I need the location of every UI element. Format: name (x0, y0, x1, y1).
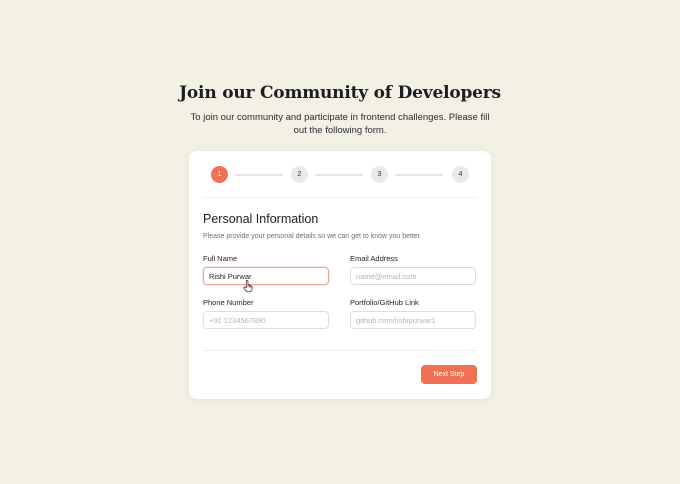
hand-pointer-icon (243, 279, 253, 293)
portfolio-label: Portfolio/GitHub Link (350, 298, 419, 307)
form-card: 1 2 3 4 Personal Information Please prov… (189, 151, 491, 399)
top-divider (203, 197, 477, 198)
section-description: Please provide your personal details so … (203, 233, 422, 240)
phone-input[interactable] (203, 311, 329, 329)
step-4[interactable]: 4 (452, 166, 469, 183)
page-header: Join our Community of Developers To join… (0, 83, 680, 137)
step-2[interactable]: 2 (291, 166, 308, 183)
full-name-input[interactable] (203, 267, 329, 285)
full-name-label: Full Name (203, 254, 238, 263)
stepper: 1 2 3 4 (211, 166, 469, 183)
next-step-button[interactable]: Next Step (421, 365, 477, 384)
email-input[interactable] (350, 267, 476, 285)
bottom-divider (203, 350, 477, 351)
step-1[interactable]: 1 (211, 166, 228, 183)
phone-label: Phone Number (203, 298, 254, 307)
portfolio-input[interactable] (350, 311, 476, 329)
page-subtitle: To join our community and participate in… (190, 112, 490, 136)
email-label: Email Address (350, 254, 398, 263)
section-title: Personal Information (203, 212, 319, 226)
page-title: Join our Community of Developers (179, 83, 501, 103)
step-connector (395, 174, 443, 176)
step-connector (315, 174, 363, 176)
step-connector (235, 174, 283, 176)
step-3[interactable]: 3 (371, 166, 388, 183)
